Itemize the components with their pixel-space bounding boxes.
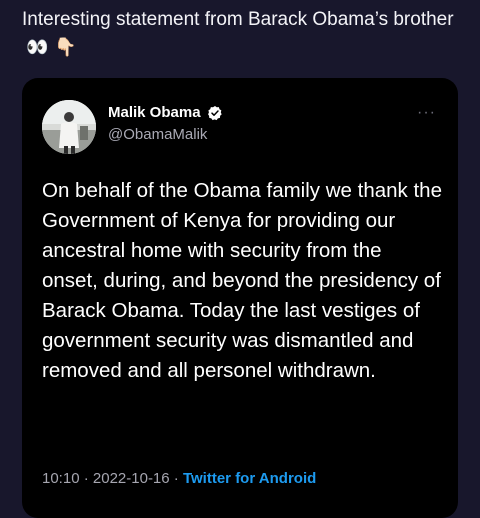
- tweet-time[interactable]: 10:10: [42, 470, 80, 487]
- avatar[interactable]: [42, 100, 96, 154]
- author-handle[interactable]: @ObamaMalik: [108, 126, 207, 143]
- tweet-date[interactable]: 2022-10-16: [93, 470, 170, 487]
- more-options-icon[interactable]: ···: [417, 104, 436, 122]
- meta-separator: ·: [169, 470, 183, 487]
- avatar-photo: [42, 100, 96, 154]
- verified-badge-icon: [207, 105, 222, 120]
- embedded-tweet-card[interactable]: Malik Obama @ObamaMalik ··· On behalf of…: [22, 78, 458, 518]
- post-caption: Interesting statement from Barack Obama’…: [22, 6, 462, 62]
- author-name-row[interactable]: Malik Obama: [108, 104, 223, 121]
- post-caption-text: Interesting statement from Barack Obama’…: [22, 9, 454, 30]
- tweet-source-link[interactable]: Twitter for Android: [183, 470, 316, 487]
- tweet-text: On behalf of the Obama family we thank t…: [42, 179, 442, 382]
- tweet-metadata: 10:10 · 2022-10-16 · Twitter for Android: [42, 470, 316, 487]
- meta-separator: ·: [79, 470, 93, 487]
- eyes-pointing-emoji: 👀 👇🏻: [26, 37, 77, 58]
- author-name[interactable]: Malik Obama: [108, 104, 201, 121]
